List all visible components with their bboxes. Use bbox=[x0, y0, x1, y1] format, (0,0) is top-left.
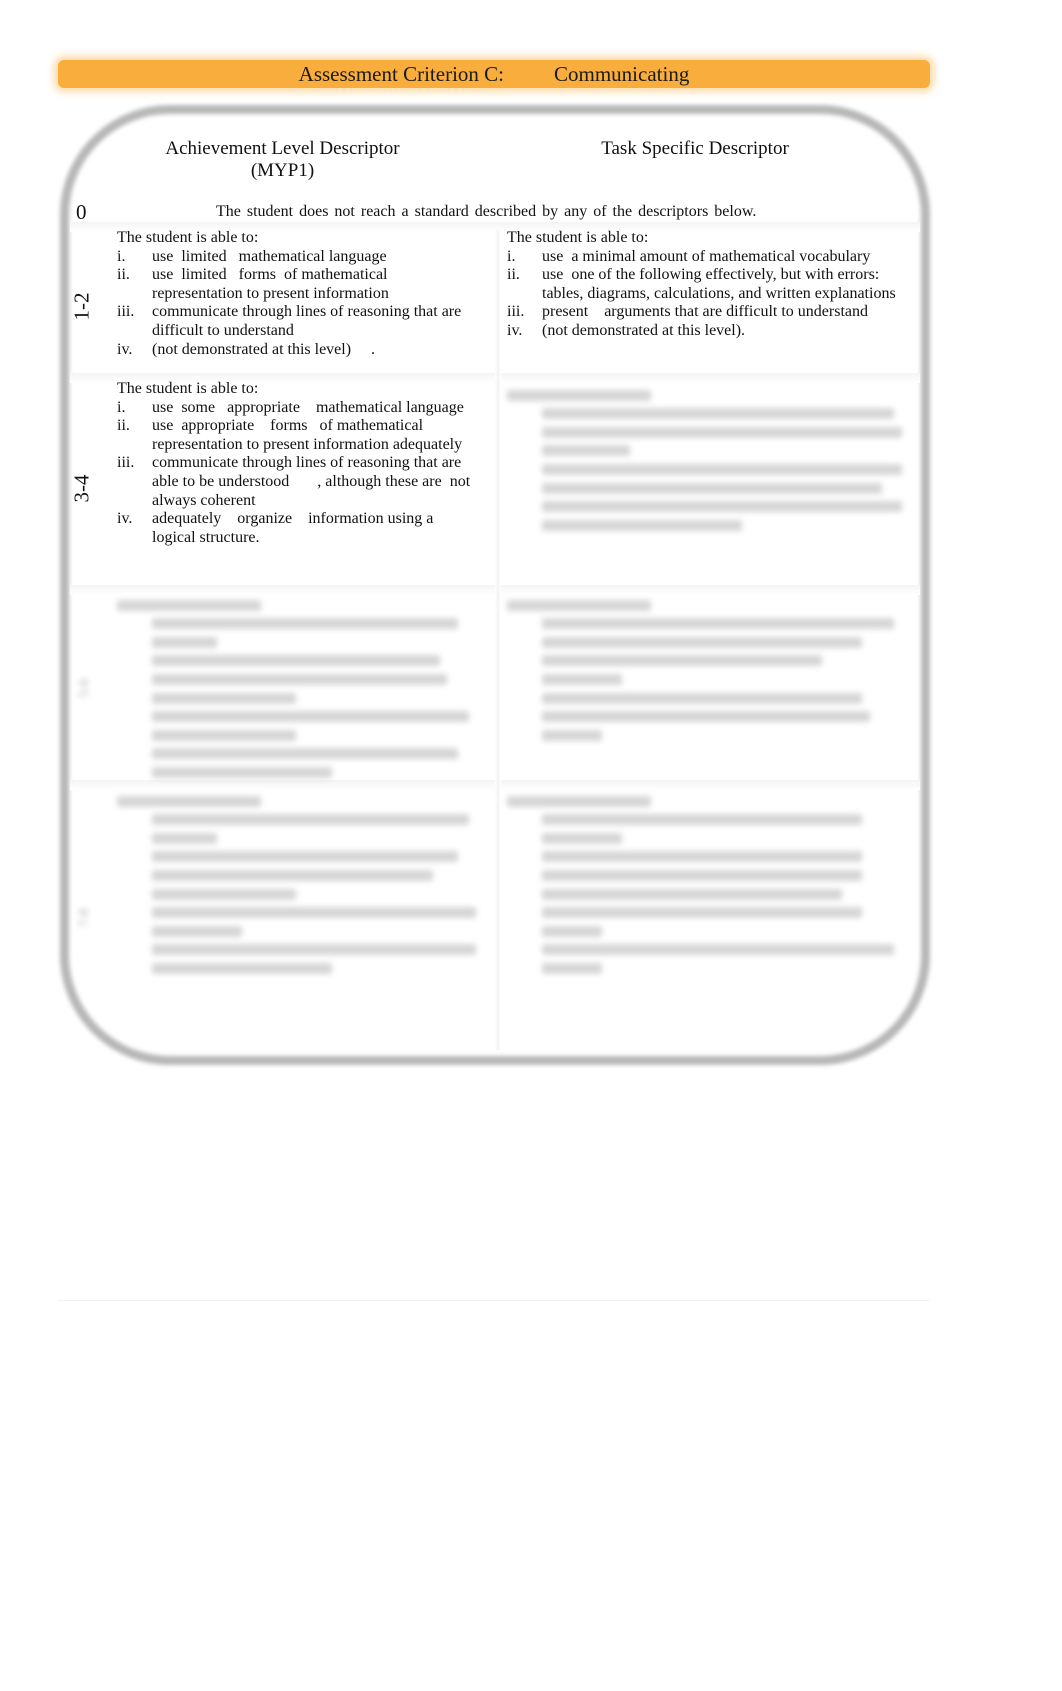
level-7-8-number: 7-8 bbox=[77, 908, 92, 928]
descriptor-item: iii. communicate through lines of reasoni… bbox=[117, 454, 472, 510]
descriptor-item: i. use some appropriate mathematical lang… bbox=[117, 399, 472, 418]
descriptor-item: iv. (not demonstrated at this level). bbox=[507, 322, 907, 341]
item-text: use some appropriate mathematical langua… bbox=[152, 398, 464, 416]
item-number: iii. bbox=[507, 303, 525, 321]
item-number: i. bbox=[507, 247, 516, 265]
level-7-8-achievement-blurred bbox=[117, 788, 477, 982]
item-number: iv. bbox=[117, 340, 133, 358]
descriptor-item: iii. present arguments that are difficult… bbox=[507, 303, 907, 322]
level-1-2-task-specific: The student is able to: i. use a minimal … bbox=[507, 229, 907, 341]
item-text: communicate through lines of reasoning t… bbox=[152, 303, 470, 339]
descriptor-item: iii. communicate through lines of reasoni… bbox=[117, 303, 477, 340]
item-number: ii. bbox=[507, 266, 520, 284]
item-text: present arguments that are difficult to … bbox=[542, 303, 868, 321]
descriptor-item: ii. use limited forms of mathematical rep… bbox=[117, 266, 477, 303]
level-3-4-task-specific-blurred bbox=[507, 382, 907, 538]
item-text: use one of the following effectively, bu… bbox=[542, 266, 896, 302]
level-7-8-task-specific-blurred bbox=[507, 788, 907, 982]
item-text: communicate through lines of reasoning t… bbox=[152, 454, 475, 509]
item-number: ii. bbox=[117, 266, 130, 284]
item-text: (not demonstrated at this level) . bbox=[152, 340, 376, 358]
item-text: use appropriate forms of mathematical re… bbox=[152, 417, 463, 453]
achievement-subheading: (MYP1) bbox=[250, 160, 315, 181]
descriptor-item: ii. use appropriate forms of mathematical… bbox=[117, 417, 472, 454]
level-5-6-task-specific-blurred bbox=[507, 592, 907, 748]
criterion-header: Assessment Criterion C: Communicating bbox=[58, 60, 930, 88]
level-1-2-achievement: The student is able to: i. use limited ma… bbox=[117, 229, 477, 359]
item-text: use limited mathematical language bbox=[152, 247, 387, 265]
descriptor-item: iv. adequately organize information using… bbox=[117, 510, 472, 547]
footer-rule bbox=[58, 1300, 930, 1301]
item-number: iv. bbox=[117, 510, 133, 528]
achievement-heading: Achievement Level Descriptor bbox=[165, 138, 400, 159]
item-text: use a minimal amount of mathematical voc… bbox=[542, 247, 871, 265]
level-1-2-number: 1-2 bbox=[69, 292, 94, 321]
item-number: iv. bbox=[507, 321, 523, 339]
level-3-4-number: 3-4 bbox=[69, 474, 94, 503]
descriptor-item: i. use limited mathematical language bbox=[117, 248, 477, 267]
item-number: iii. bbox=[117, 303, 135, 321]
descriptor-intro: The student is able to: bbox=[117, 229, 259, 246]
descriptor-item: iv. (not demonstrated at this level) . bbox=[117, 341, 477, 360]
task-specific-column-heading: Task Specific Descriptor bbox=[601, 138, 789, 159]
item-text: use limited forms of mathematical repres… bbox=[152, 266, 392, 302]
criterion-label: Assessment Criterion C: bbox=[298, 61, 504, 86]
descriptor-intro: The student is able to: bbox=[117, 380, 259, 397]
item-number: iii. bbox=[117, 454, 135, 472]
descriptor-item: ii. use one of the following effectively,… bbox=[507, 266, 907, 303]
level-3-4-achievement: The student is able to: i. use some appro… bbox=[117, 380, 472, 547]
column-divider bbox=[495, 230, 501, 1050]
descriptor-item: i. use a minimal amount of mathematical v… bbox=[507, 248, 907, 267]
item-text: adequately organize information using a … bbox=[152, 510, 438, 546]
level-5-6-number: 5-6 bbox=[77, 678, 92, 698]
level-0-descriptor: The student does not reach a standard de… bbox=[216, 203, 757, 220]
item-number: i. bbox=[117, 398, 126, 416]
criterion-title: Communicating bbox=[554, 61, 690, 86]
achievement-column-heading: Achievement Level Descriptor (MYP1) bbox=[140, 138, 425, 182]
item-number: ii. bbox=[117, 417, 130, 435]
item-text: (not demonstrated at this level). bbox=[542, 321, 746, 339]
item-number: i. bbox=[117, 247, 126, 265]
descriptor-intro: The student is able to: bbox=[507, 229, 649, 246]
level-5-6-achievement-blurred bbox=[117, 592, 477, 786]
